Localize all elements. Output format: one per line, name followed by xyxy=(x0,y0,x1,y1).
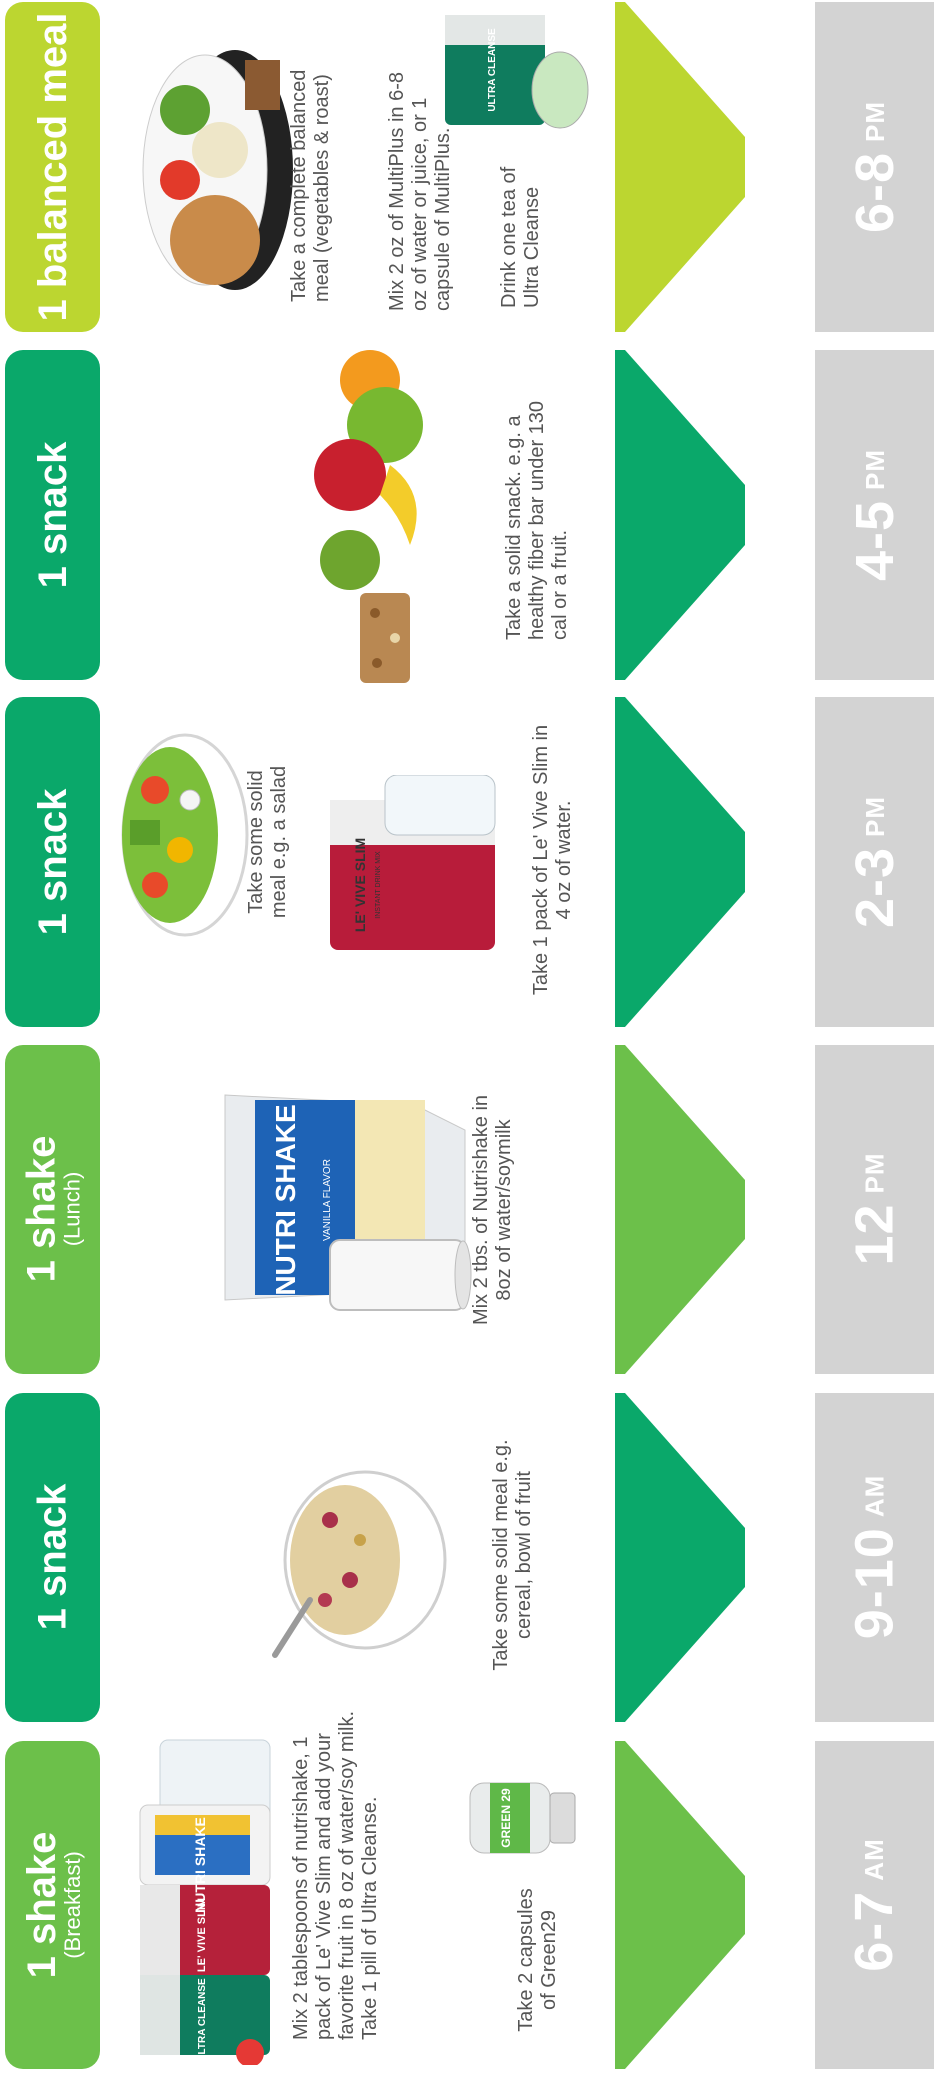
fruit-pile-image xyxy=(314,350,423,590)
slot-description-secondary: Mix 2 oz of MultiPlus in 6-8 oz of water… xyxy=(386,72,454,311)
time-block: 9-10 AM xyxy=(815,1393,934,1722)
slot-title: 1 snack xyxy=(30,1483,75,1631)
product-bundle-image: NUTRI SHAKE LE' VIVE SLIM ULTRA CLEANSE xyxy=(139,1739,271,2065)
time-label: 6-7 xyxy=(844,1890,904,1972)
slot-title: 1 shake xyxy=(19,1135,64,1283)
time-block: 4-5 PM xyxy=(815,350,934,680)
slot-description: Take a solid snack. e.g. a healthy fiber… xyxy=(503,400,571,640)
time-label: 9-10 xyxy=(844,1527,905,1640)
salad-plate-image xyxy=(121,733,249,937)
time-label: 4-5 xyxy=(845,499,905,582)
slot-title-band: 1 shake (Breakfast) xyxy=(5,1741,100,2069)
slot-description-secondary: Take 1 pack of Le' Vive Slim in 4 oz of … xyxy=(530,724,575,996)
slot-description: Take a complete balanced meal (vegetable… xyxy=(288,69,333,302)
slot-title: 1 balanced meal xyxy=(31,12,75,322)
slot-subtitle: (Lunch) xyxy=(59,1171,85,1247)
slot-title-band: 1 balanced meal xyxy=(5,2,100,332)
product-label: LE' VIVE SLIM xyxy=(352,838,368,932)
green29-bottle-image: GREEN 29 xyxy=(469,1782,576,1854)
step-arrow xyxy=(615,1741,745,2069)
product-label: INSTANT DRINK MIX xyxy=(375,851,382,919)
am-pm-label: PM xyxy=(859,100,890,142)
cereal-bowl-image xyxy=(272,1470,447,1658)
product-label: ULTRA CLEANSE xyxy=(197,1978,208,2062)
levive-slim-pack-image: LE' VIVE SLIM INSTANT DRINK MIX xyxy=(330,775,496,950)
slot-title-band: 1 shake (Lunch) xyxy=(5,1045,100,1374)
slot-description: Take some solid meal e.g. a salad xyxy=(245,765,290,919)
slot-title: 1 shake xyxy=(20,1831,64,1979)
product-label: LE' VIVE SLIM xyxy=(196,1898,208,1972)
balanced-meal-image xyxy=(142,50,293,290)
product-label: VANILLA FLAVOR xyxy=(322,1159,333,1241)
am-pm-label: PM xyxy=(859,448,890,490)
fiber-bar-image xyxy=(360,593,410,683)
time-block: 6-8 PM xyxy=(815,2,934,332)
step-arrow xyxy=(615,350,745,680)
product-label: NUTRI SHAKE xyxy=(270,1104,301,1295)
am-pm-label: PM xyxy=(859,795,890,837)
slot-subtitle: (Breakfast) xyxy=(60,1851,85,1959)
slot-description: Mix 2 tbs. of Nutrishake in 8oz of water… xyxy=(470,1094,515,1326)
step-arrow xyxy=(615,1393,745,1722)
slot-title-band: 1 snack xyxy=(5,1393,100,1722)
am-pm-label: AM xyxy=(859,1474,889,1518)
step-arrow xyxy=(615,697,745,1027)
slot-title-band: 1 snack xyxy=(5,350,100,680)
slot-title: 1 snack xyxy=(31,788,75,936)
slot-title: 1 snack xyxy=(31,441,75,589)
slot-description: Take some solid meal e.g. cereal, bowl o… xyxy=(490,1439,535,1671)
slot-title-band: 1 snack xyxy=(5,697,100,1027)
product-label: ULTRA CLEANSE xyxy=(487,28,498,112)
time-block: 12 PM xyxy=(815,1045,934,1374)
time-label: 6-8 xyxy=(845,151,905,234)
am-pm-label: PM xyxy=(859,1152,889,1194)
am-pm-label: AM xyxy=(858,1838,889,1881)
time-block: 6-7 AM xyxy=(815,1741,934,2069)
time-label: 2-3 xyxy=(845,846,905,929)
product-label: GREEN 29 xyxy=(499,1788,513,1848)
slot-description-secondary: Take 2 capsules of Green29 xyxy=(515,1888,560,2032)
time-label: 12 xyxy=(844,1203,905,1266)
slot-description: Mix 2 tablespoons of nutrishake, 1 pack … xyxy=(290,1710,381,2040)
milk-glass-image xyxy=(329,1239,472,1311)
step-arrow xyxy=(615,1045,745,1374)
slot-description-tertiary: Drink one tea of Ultra Cleanse xyxy=(498,166,543,308)
time-block: 2-3 PM xyxy=(815,697,934,1027)
step-arrow xyxy=(615,2,745,332)
